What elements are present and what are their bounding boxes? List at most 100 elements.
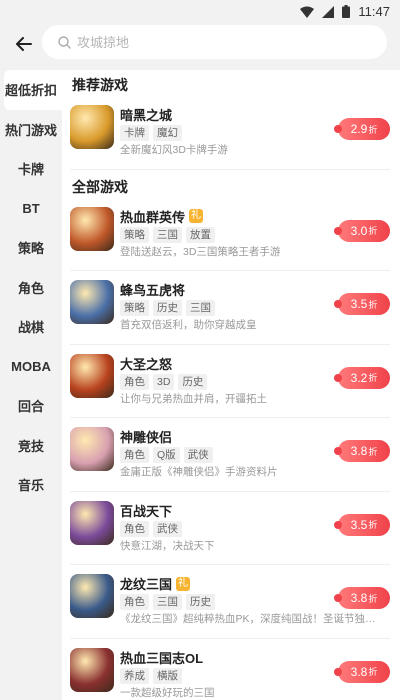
game-tag: 三国 [153,594,182,610]
game-row[interactable]: 蜂鸟五虎将 策略 历史 三国 首充双倍返利，助你穿越成皇 3.5 折 [70,271,390,345]
game-description: 一款超级好玩的三国 [120,686,215,699]
badge-dot [334,300,342,308]
back-button[interactable] [10,30,38,58]
game-tag: 角色 [120,594,149,610]
discount-value: 2.9 [350,122,368,136]
discount-value: 3.0 [350,223,368,238]
category-sidebar: 超低折扣 热门游戏 卡牌 BT 策略 角色 战棋 MOBA 回合 竞技 音乐 [0,70,62,700]
sidebar-item-9[interactable]: 竞技 [0,426,62,466]
hero-legend-game-icon[interactable] [70,206,114,251]
game-name: 热血群英传 [120,209,186,225]
five-tigers-game-icon[interactable] [70,280,114,324]
discount-badge[interactable]: 3.2 折 [334,366,390,389]
discount-unit: 折 [368,446,378,457]
sidebar-item-4[interactable]: 策略 [0,228,62,268]
sidebar-item-3[interactable]: BT [0,189,62,229]
search-bar[interactable] [42,25,387,59]
game-tag: 卡牌 [120,125,149,141]
status-bar: 11:47 [0,0,400,24]
game-tags: 角色 3D 历史 [120,373,208,390]
dark-city-game-icon[interactable] [70,105,114,149]
sidebar-item-10[interactable]: 音乐 [0,465,62,505]
sidebar-item-2[interactable]: 卡牌 [0,149,62,189]
monkey-king-game-icon[interactable] [70,353,114,398]
game-tags: 养成 横版 [120,667,182,684]
discount-badge[interactable]: 3.8 折 [334,440,390,462]
badge-dot [334,373,342,382]
game-name-row: 暗黑之城 [120,105,172,124]
game-tag: 策略 [120,226,149,243]
discount-unit: 折 [368,667,378,677]
discount-badge[interactable]: 3.8 折 [334,587,390,609]
gift-badge: 礼 [176,576,191,591]
sidebar-item-7[interactable]: MOBA [0,347,62,387]
game-tag: 三国 [153,226,182,243]
game-tag: 策略 [120,300,149,316]
discount-unit: 折 [368,299,378,310]
discount-unit: 折 [368,124,378,135]
discount-value: 3.8 [350,591,368,605]
game-name-row: 龙纹三国礼 [120,574,191,593]
game-name: 大圣之怒 [120,356,173,372]
discount-value: 3.5 [350,297,368,311]
discount-unit: 折 [368,593,378,604]
game-row[interactable]: 热血群英传礼策略 三国 放置 登陆送赵云，3D三国策略王者手游 3.0 折 [70,198,390,271]
game-row[interactable]: 龙纹三国礼角色 三国 历史 《龙纹三国》超纯粹热血PK，深度纯国战！圣诞节独家活动..… [70,565,390,639]
game-row[interactable]: 热血三国志OL 养成 横版一款超级好玩的三国 3.8 折 [70,639,390,700]
all-games-list: 热血群英传礼策略 三国 放置 登陆送赵云，3D三国策略王者手游 3.0 折蜂鸟五虎将 策略历… [62,198,400,700]
badge-dot [334,594,342,602]
game-name-row: 热血群英传礼 [120,207,204,226]
game-tag: 养成 [120,667,149,684]
game-list-panel: 推荐游戏 暗黑之城 卡牌 魔幻 全新魔幻风3D卡牌手游 2.9 折 全部游戏 热血群英传礼… [62,70,400,700]
header [0,24,400,66]
discount-value: 3.8 [350,444,368,458]
game-tag: 历史 [178,373,208,390]
game-name: 热血三国志OL [120,650,204,666]
discount-badge[interactable]: 3.5 折 [334,293,390,315]
sidebar-item-5[interactable]: 角色 [0,268,62,308]
game-tag: 历史 [186,594,215,610]
dragon-three-kingdoms-game-icon[interactable] [70,574,114,618]
game-description: 让你与兄弟热血并肩，开疆拓土 [120,392,267,405]
game-tag: 魔幻 [153,125,182,141]
game-tags: 角色 武侠 [120,520,182,537]
game-description: 全新魔幻风3D卡牌手游 [120,144,228,156]
game-row[interactable]: 百战天下 角色 武侠快意江湖，决战天下 3.5 折 [70,492,390,565]
sidebar-item-8[interactable]: 回合 [0,386,62,426]
discount-badge[interactable]: 3.5 折 [334,513,390,536]
game-name: 蜂鸟五虎将 [120,283,186,298]
discount-badge[interactable]: 2.9 折 [334,118,390,140]
game-row[interactable]: 暗黑之城 卡牌 魔幻全新魔幻风3D卡牌手游 2.9 折 [70,96,390,170]
sidebar-item-1[interactable]: 热门游戏 [0,110,62,150]
search-input[interactable] [77,34,337,50]
recommended-section-title: 推荐游戏 [72,77,128,93]
discount-badge[interactable]: 3.8 折 [334,660,390,683]
three-kingdoms-ol-game-icon[interactable] [70,647,114,692]
discount-badge[interactable]: 3.0 折 [334,219,390,242]
game-description: 金庸正版《神雕侠侣》手游资料片 [120,466,278,478]
gift-badge: 礼 [189,209,204,223]
game-name-row: 神雕侠侣 [120,427,172,446]
hundred-battles-game-icon[interactable] [70,500,114,545]
game-description: 快意江湖，决战天下 [120,539,215,552]
game-name: 百战天下 [120,503,173,519]
sidebar-item-0[interactable]: 超低折扣 [4,70,62,110]
badge-dot [334,226,342,235]
all-games-section-title: 全部游戏 [72,178,128,195]
badge-dot [334,447,342,455]
game-row[interactable]: 大圣之怒 角色 3D 历史让你与兄弟热血并肩，开疆拓土 3.2 折 [70,345,390,418]
discount-value: 3.5 [350,517,368,532]
game-tags: 角色 三国 历史 [120,594,215,610]
game-name-row: 热血三国志OL [120,648,203,667]
game-row[interactable]: 神雕侠侣 角色 Q版 武侠金庸正版《神雕侠侣》手游资料片 3.8 折 [70,418,390,492]
discount-unit: 折 [368,226,378,236]
condor-heroes-game-icon[interactable] [70,427,114,471]
badge-dot [334,520,342,529]
discount-value: 3.2 [350,370,368,385]
game-tags: 角色 Q版 武侠 [120,447,213,463]
badge-dot [334,125,342,133]
game-description: 首充双倍返利，助你穿越成皇 [120,319,257,331]
sidebar-item-6[interactable]: 战棋 [0,307,62,347]
game-tag: 三国 [186,300,215,316]
battery-icon [342,5,351,18]
